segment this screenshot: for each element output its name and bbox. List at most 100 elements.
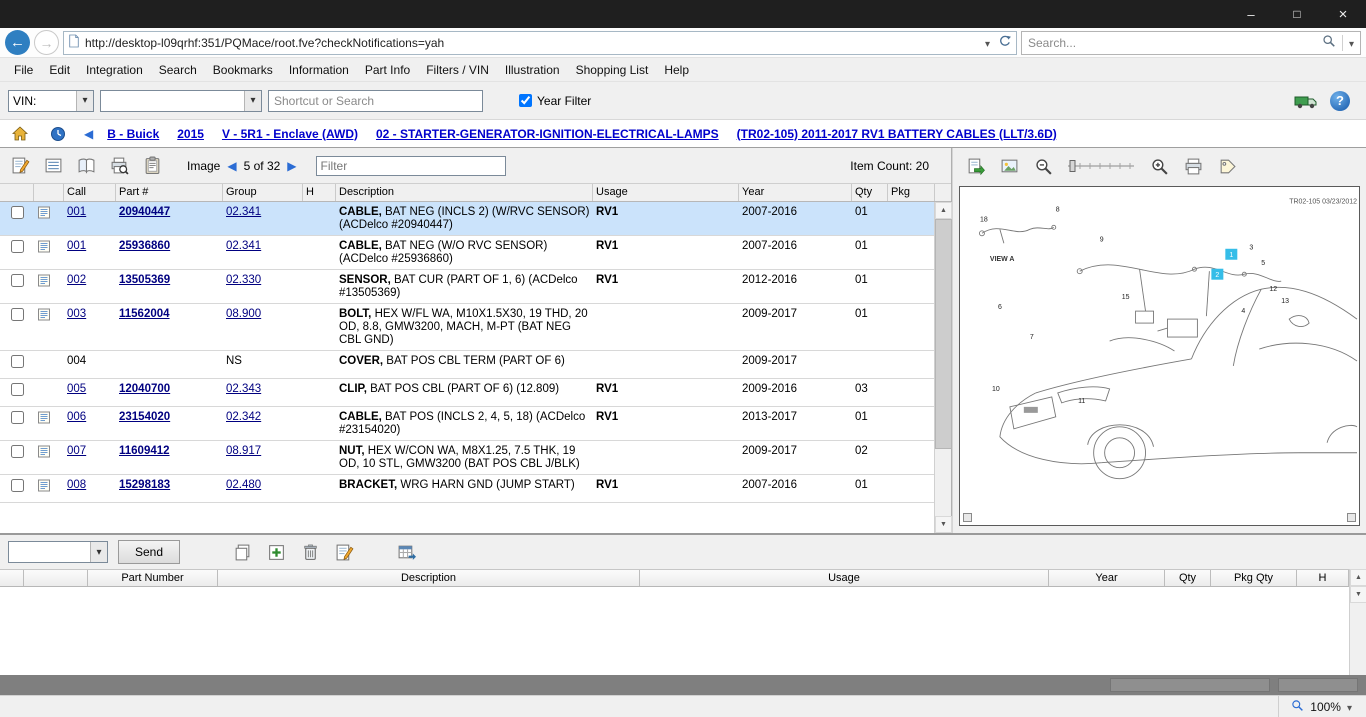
send-button[interactable]: Send <box>118 540 180 564</box>
table-row[interactable]: 0071160941208.917NUT, HEX W/CON WA, M8X1… <box>0 441 935 475</box>
call-number-link[interactable]: 001 <box>67 240 86 252</box>
scroll-up-icon[interactable] <box>1350 569 1366 586</box>
group-code-link[interactable]: 02.342 <box>226 411 261 423</box>
export-table-icon[interactable] <box>394 540 418 564</box>
shopping-column-header-usage[interactable]: Usage <box>640 570 1049 586</box>
edit-note-icon[interactable] <box>332 540 356 564</box>
group-code-link[interactable]: 02.341 <box>226 206 261 218</box>
clipboard-icon[interactable] <box>140 154 164 178</box>
callout-number[interactable]: 4 <box>1241 308 1245 315</box>
list-view-icon[interactable] <box>41 154 65 178</box>
column-header-pkg[interactable]: Pkg <box>888 184 935 201</box>
scrollbar-thumb[interactable] <box>935 219 952 449</box>
catalog-icon[interactable] <box>74 154 98 178</box>
row-checkbox[interactable] <box>11 411 24 424</box>
row-checkbox[interactable] <box>11 383 24 396</box>
scroll-up-icon[interactable] <box>935 202 952 219</box>
menu-item-search[interactable]: Search <box>151 60 205 80</box>
column-header-description[interactable]: Description <box>336 184 593 201</box>
print-icon[interactable] <box>1181 154 1205 178</box>
history-icon[interactable] <box>46 122 70 146</box>
column-header-part[interactable]: Part # <box>116 184 223 201</box>
doc-note-icon[interactable] <box>34 270 64 294</box>
menu-item-help[interactable]: Help <box>656 60 697 80</box>
previous-image-icon[interactable] <box>227 159 236 173</box>
table-row[interactable]: 0051204070002.343CLIP, BAT POS CBL (PART… <box>0 379 935 407</box>
doc-note-icon[interactable] <box>34 407 64 431</box>
column-header-blank[interactable] <box>34 184 64 201</box>
callout-number[interactable]: 2 <box>1215 272 1219 279</box>
menu-item-information[interactable]: Information <box>281 60 357 80</box>
image-view-icon[interactable] <box>997 154 1021 178</box>
zoom-control[interactable]: 100% <box>1278 696 1366 717</box>
part-number-link[interactable]: 20940447 <box>119 206 170 218</box>
table-row[interactable]: 0081529818302.480BRACKET, WRG HARN GND (… <box>0 475 935 503</box>
breadcrumb-link-tr02-105-2011-2017-rv1-b[interactable]: (TR02-105) 2011-2017 RV1 BATTERY CABLES … <box>737 127 1057 141</box>
call-number-link[interactable]: 007 <box>67 445 86 457</box>
callout-number[interactable]: 11 <box>1078 398 1085 405</box>
destination-selector[interactable] <box>8 541 108 563</box>
call-number-link[interactable]: 006 <box>67 411 86 423</box>
callout-number[interactable]: 10 <box>992 386 1000 393</box>
add-icon[interactable] <box>264 540 288 564</box>
callout-number[interactable]: 15 <box>1122 294 1130 301</box>
table-row[interactable]: 0012094044702.341CABLE, BAT NEG (INCLS 2… <box>0 202 935 236</box>
shopping-column-header-year[interactable]: Year <box>1049 570 1165 586</box>
vin-selector[interactable]: VIN: <box>8 90 94 112</box>
column-header-qty[interactable]: Qty <box>852 184 888 201</box>
help-icon[interactable] <box>1330 91 1350 111</box>
shopping-column-header-pkg-qty[interactable]: Pkg Qty <box>1211 570 1297 586</box>
row-checkbox[interactable] <box>11 445 24 458</box>
menu-item-illustration[interactable]: Illustration <box>497 60 568 80</box>
year-filter-checkbox[interactable] <box>519 94 532 107</box>
search-icon[interactable] <box>1322 34 1336 51</box>
breadcrumb-link-v-5r1-enclave-awd[interactable]: V - 5R1 - Enclave (AWD) <box>222 127 358 141</box>
part-number-link[interactable]: 15298183 <box>119 479 170 491</box>
zoom-slider[interactable] <box>1065 154 1137 178</box>
column-header-call[interactable]: Call <box>64 184 116 201</box>
shortcut-search-input[interactable] <box>268 90 483 112</box>
callout-number[interactable]: 5 <box>1261 260 1265 267</box>
column-header-blank[interactable] <box>0 184 34 201</box>
edit-note-icon[interactable] <box>8 154 32 178</box>
callout-number[interactable]: 3 <box>1249 244 1253 251</box>
callout-number[interactable]: 9 <box>1100 236 1104 243</box>
part-number-link[interactable]: 11562004 <box>119 308 170 320</box>
chevron-down-icon[interactable] <box>90 542 107 562</box>
menu-item-part-info[interactable]: Part Info <box>357 60 418 80</box>
part-number-link[interactable]: 12040700 <box>119 383 170 395</box>
group-code-link[interactable]: 02.343 <box>226 383 261 395</box>
shopping-column-header-h[interactable]: H <box>1297 570 1349 586</box>
shopping-column-header-blank[interactable] <box>0 570 24 586</box>
part-number-link[interactable]: 11609412 <box>119 445 170 457</box>
call-number-link[interactable]: 005 <box>67 383 86 395</box>
column-header-year[interactable]: Year <box>739 184 852 201</box>
export-image-icon[interactable] <box>963 154 987 178</box>
column-header-usage[interactable]: Usage <box>593 184 739 201</box>
shopping-column-header-qty[interactable]: Qty <box>1165 570 1211 586</box>
chevron-down-icon[interactable] <box>76 91 93 111</box>
menu-item-file[interactable]: File <box>6 60 41 80</box>
search-caret-icon[interactable] <box>1349 36 1354 50</box>
group-code-link[interactable]: 02.480 <box>226 479 261 491</box>
menu-item-filters-vin[interactable]: Filters / VIN <box>418 60 497 80</box>
part-number-link[interactable]: 13505369 <box>119 274 170 286</box>
table-row[interactable]: 0062315402002.342CABLE, BAT POS (INCLS 2… <box>0 407 935 441</box>
row-checkbox[interactable] <box>11 240 24 253</box>
menu-item-shopping-list[interactable]: Shopping List <box>568 60 657 80</box>
call-number-link[interactable]: 008 <box>67 479 86 491</box>
zoom-in-icon[interactable] <box>1147 154 1171 178</box>
column-header-group[interactable]: Group <box>223 184 303 201</box>
shopping-column-header-blank[interactable] <box>24 570 88 586</box>
close-button[interactable] <box>1320 0 1366 28</box>
delete-icon[interactable] <box>298 540 322 564</box>
table-row[interactable]: 0031156200408.900BOLT, HEX W/FL WA, M10X… <box>0 304 935 351</box>
menu-item-integration[interactable]: Integration <box>78 60 151 80</box>
table-row[interactable]: 0021350536902.330SENSOR, BAT CUR (PART O… <box>0 270 935 304</box>
callout-number[interactable]: 8 <box>1056 206 1060 213</box>
print-vehicle-icon[interactable] <box>1294 89 1318 113</box>
callout-number[interactable]: 13 <box>1281 298 1289 305</box>
row-checkbox[interactable] <box>11 274 24 287</box>
breadcrumb-back-icon[interactable] <box>84 127 93 141</box>
zoom-caret-icon[interactable] <box>1347 700 1352 714</box>
